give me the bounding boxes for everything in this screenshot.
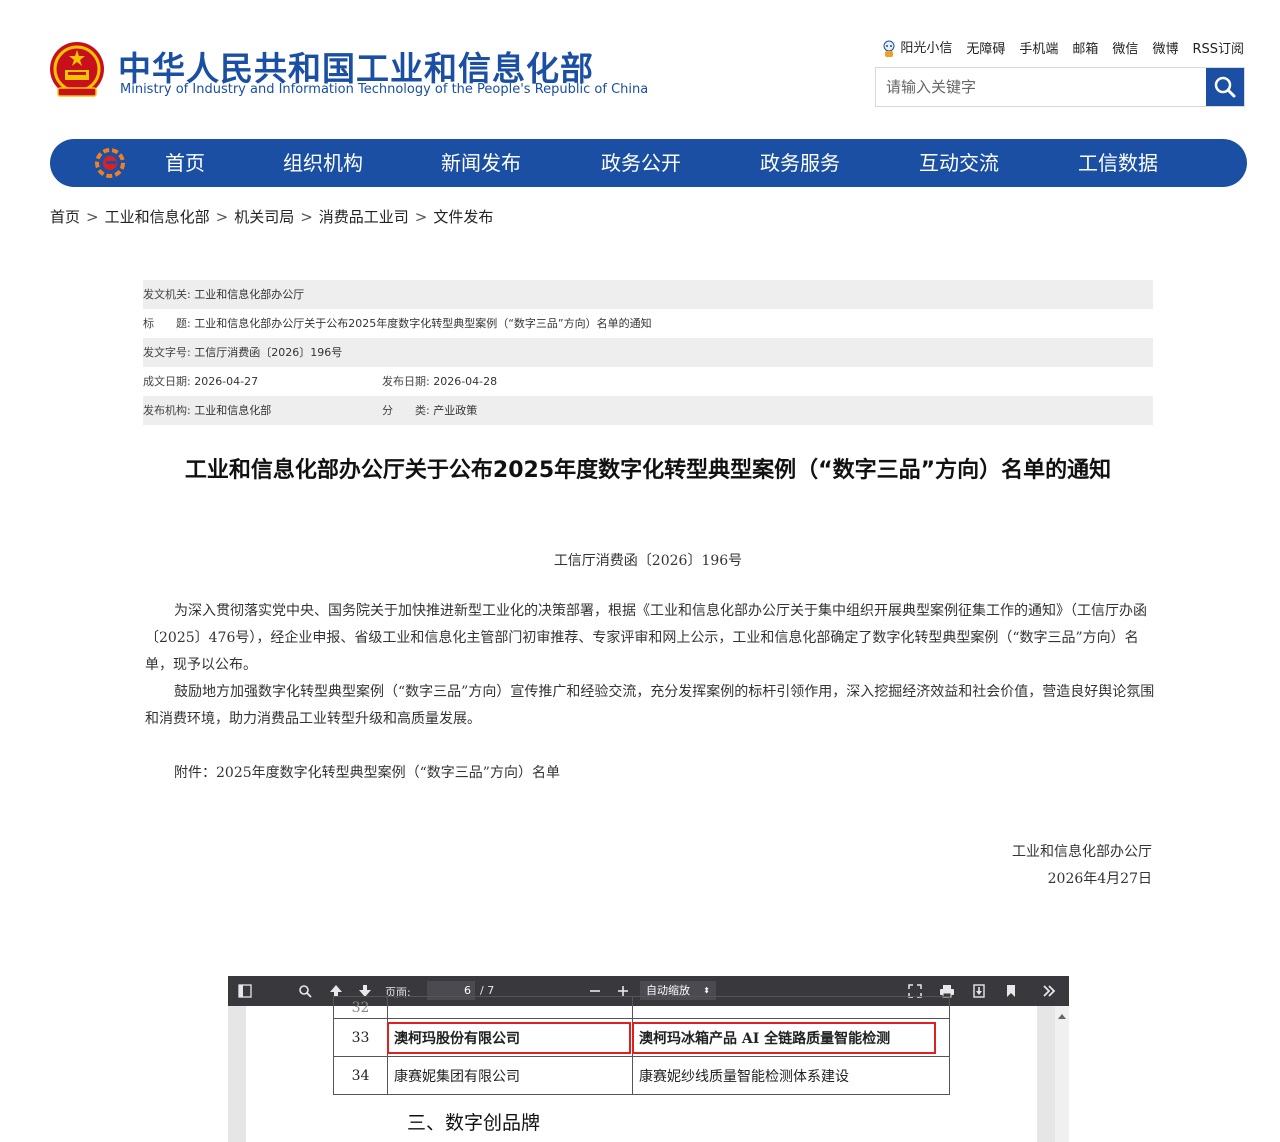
meta-cell: 发布机构: 工业和信息化部 <box>143 396 382 425</box>
nav-item-home[interactable]: 首页 <box>165 139 205 187</box>
tools-menu-icon[interactable] <box>1039 981 1059 1001</box>
meta-row-issuer: 发文机关: 工业和信息化部办公厅 <box>143 280 1153 309</box>
sidebar-toggle-icon[interactable] <box>235 981 255 1001</box>
nav-item-government-services[interactable]: 政务服务 <box>760 139 840 187</box>
project-cell: 澳柯玛冰箱产品 AI 全链路质量智能检测 <box>632 1018 950 1057</box>
meta-row-org: 发布机构: 工业和信息化部 分 类: 产业政策 <box>143 396 1153 425</box>
table-cell <box>387 996 633 1019</box>
meta-row-dates: 成文日期: 2026-04-27 发布日期: 2026-04-28 <box>143 367 1153 396</box>
signature-date: 2026年4月27日 <box>1047 871 1152 887</box>
top-link-rss[interactable]: RSS订阅 <box>1192 38 1244 57</box>
attachment-link[interactable]: 附件：2025年度数字化转型典型案例（“数字三品”方向）名单 <box>145 760 1155 787</box>
search-button[interactable] <box>1206 68 1244 106</box>
nav-item-data[interactable]: 工信数据 <box>1078 139 1158 187</box>
article-paragraph-2: 鼓励地方加强数字化转型典型案例（“数字三品”方向）宣传推广和经验交流，充分发挥案… <box>145 684 1155 727</box>
table-row: 33 澳柯玛股份有限公司 澳柯玛冰箱产品 AI 全链路质量智能检测 <box>333 1018 950 1057</box>
meta-cell: 发文字号: 工信厅消费函〔2026〕196号 <box>143 338 342 367</box>
meta-row-docno: 发文字号: 工信厅消费函〔2026〕196号 <box>143 338 1153 367</box>
nav-item-news[interactable]: 新闻发布 <box>441 139 521 187</box>
meta-docno-label: 发文字号: <box>143 346 191 359</box>
breadcrumb-ministry[interactable]: 工业和信息化部 <box>105 208 210 226</box>
meta-cell: 发布日期: 2026-04-28 <box>382 367 497 396</box>
breadcrumb-departments[interactable]: 机关司局 <box>234 208 294 226</box>
miit-logo-icon[interactable] <box>94 147 126 179</box>
nav-item-government-affairs[interactable]: 政务公开 <box>601 139 681 187</box>
document-metadata: 发文机关: 工业和信息化部办公厅 标 题: 工业和信息化部办公厅关于公布2025… <box>143 280 1153 425</box>
top-link-accessibility[interactable]: 无障碍 <box>966 38 1005 57</box>
top-link-wechat[interactable]: 微信 <box>1112 38 1138 57</box>
site-subtitle: Ministry of Industry and Information Tec… <box>120 82 649 97</box>
section-heading: 三、数字创品牌 <box>407 1112 541 1134</box>
pdf-page[interactable]: 32 33 澳柯玛股份有限公司 澳柯玛冰箱产品 AI 全链路质量智能检测 34 … <box>246 996 1037 1142</box>
meta-subject-label: 标 题: <box>143 317 191 330</box>
search-input[interactable] <box>876 68 1206 106</box>
search-box <box>875 67 1245 107</box>
meta-issuer-value: 工业和信息化部办公厅 <box>194 288 305 301</box>
top-link-mailbox[interactable]: 邮箱 <box>1072 38 1098 57</box>
case-table: 32 33 澳柯玛股份有限公司 澳柯玛冰箱产品 AI 全链路质量智能检测 34 … <box>333 996 950 1095</box>
article-paragraph-1: 为深入贯彻落实党中央、国务院关于加快推进新型工业化的决策部署，根据《工业和信息化… <box>145 603 1147 673</box>
company-cell: 澳柯玛股份有限公司 <box>387 1018 633 1057</box>
meta-created-value: 2026-04-27 <box>194 375 259 388</box>
breadcrumb-separator: > <box>215 208 229 226</box>
table-cell <box>632 996 950 1019</box>
site-header: 中华人民共和国工业和信息化部 Ministry of Industry and … <box>0 0 1280 130</box>
robot-icon <box>883 40 895 57</box>
breadcrumb-separator: > <box>414 208 428 226</box>
scroll-up-arrow-icon[interactable] <box>1055 1011 1069 1021</box>
table-cell: 32 <box>333 996 388 1019</box>
pdf-viewer: 页面: / 7 自动缩放⬍ 32 <box>228 976 1069 1142</box>
row-number: 34 <box>333 1056 388 1095</box>
document-number: 工信厅消费函〔2026〕196号 <box>553 553 743 569</box>
meta-category-label: 分 类: <box>382 404 430 417</box>
table-row: 32 <box>333 996 950 1019</box>
top-link-label: 阳光小信 <box>900 41 953 56</box>
breadcrumb-documents[interactable]: 文件发布 <box>433 208 493 226</box>
breadcrumb: 首页 > 工业和信息化部 > 机关司局 > 消费品工业司 > 文件发布 <box>50 206 493 227</box>
breadcrumb-separator: > <box>300 208 313 226</box>
top-links: 阳光小信 无障碍 手机端 邮箱 微信 微博 RSS订阅 <box>882 37 1244 58</box>
meta-cell: 分 类: 产业政策 <box>382 396 477 425</box>
breadcrumb-separator: > <box>86 208 99 226</box>
find-icon[interactable] <box>295 981 315 1001</box>
top-link-mobile[interactable]: 手机端 <box>1019 38 1058 57</box>
pdf-scrollbar[interactable] <box>1055 1006 1069 1142</box>
top-link-weibo[interactable]: 微博 <box>1152 38 1178 57</box>
meta-cell: 发文机关: 工业和信息化部办公厅 <box>143 280 304 309</box>
meta-category-value: 产业政策 <box>433 404 478 417</box>
download-icon[interactable] <box>969 981 989 1001</box>
meta-issuer-label: 发文机关: <box>143 288 191 301</box>
top-link-sunshine[interactable]: 阳光小信 <box>882 37 952 58</box>
meta-created-label: 成文日期: <box>143 375 191 388</box>
bookmark-icon[interactable] <box>1001 981 1021 1001</box>
meta-org-label: 发布机构: <box>143 404 191 417</box>
meta-subject-value: 工业和信息化部办公厅关于公布2025年度数字化转型典型案例（“数字三品”方向）名… <box>194 317 652 330</box>
meta-cell: 标 题: 工业和信息化部办公厅关于公布2025年度数字化转型典型案例（“数字三品… <box>143 309 652 338</box>
national-emblem-icon[interactable] <box>48 40 106 102</box>
main-nav: 首页 组织机构 新闻发布 政务公开 政务服务 互动交流 工信数据 <box>50 139 1247 187</box>
breadcrumb-consumer-goods[interactable]: 消费品工业司 <box>319 208 409 226</box>
meta-published-value: 2026-04-28 <box>433 375 498 388</box>
breadcrumb-home[interactable]: 首页 <box>50 208 80 226</box>
meta-row-subject: 标 题: 工业和信息化部办公厅关于公布2025年度数字化转型典型案例（“数字三品… <box>143 309 1153 338</box>
company-cell: 康赛妮集团有限公司 <box>387 1056 633 1095</box>
meta-cell: 成文日期: 2026-04-27 <box>143 367 382 396</box>
meta-org-value: 工业和信息化部 <box>194 404 272 417</box>
meta-docno-value: 工信厅消费函〔2026〕196号 <box>194 346 343 359</box>
article-title: 工业和信息化部办公厅关于公布2025年度数字化转型典型案例（“数字三品”方向）名… <box>184 458 1112 483</box>
signature-org: 工业和信息化部办公厅 <box>1012 844 1152 860</box>
meta-published-label: 发布日期: <box>382 375 430 388</box>
search-icon <box>1214 76 1236 98</box>
table-row: 34 康赛妮集团有限公司 康赛妮纱线质量智能检测体系建设 <box>333 1056 950 1095</box>
project-cell: 康赛妮纱线质量智能检测体系建设 <box>632 1056 950 1095</box>
nav-item-organization[interactable]: 组织机构 <box>283 139 363 187</box>
row-number: 33 <box>333 1018 388 1057</box>
nav-item-interaction[interactable]: 互动交流 <box>919 139 999 187</box>
